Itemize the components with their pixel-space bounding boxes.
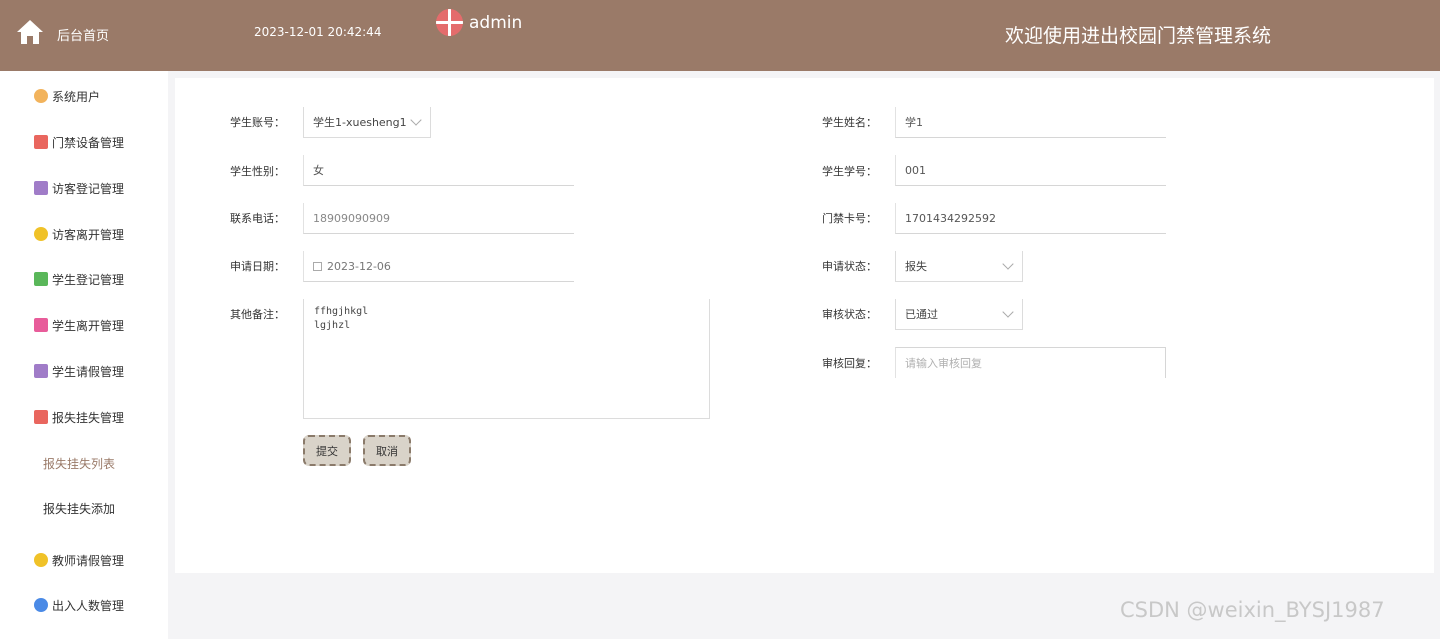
review-status-value: 已通过 — [905, 308, 938, 321]
apply-status-select[interactable]: 报失 — [895, 251, 1023, 282]
grid-icon — [34, 410, 48, 424]
box-icon — [34, 364, 48, 378]
student-gender-label: 学生性别： — [230, 165, 285, 178]
sidebar-item-access-devices[interactable]: 门禁设备管理 — [0, 122, 168, 162]
calendar-icon — [313, 261, 322, 271]
card-no-label: 门禁卡号： — [822, 212, 877, 225]
sidebar-item-label: 学生请假管理 — [52, 364, 125, 379]
student-no-field[interactable]: 001 — [895, 155, 1166, 186]
sidebar-item-visitor-register[interactable]: 访客登记管理 — [0, 168, 168, 208]
form-panel: 学生账号： 学生1-xuesheng1 学生姓名： 学1 学生性别： 女 学生学… — [175, 78, 1434, 573]
student-name-value: 学1 — [905, 116, 923, 129]
top-header: 后台首页 2023-12-01 20:42:44 admin 欢迎使用进出校园门… — [0, 0, 1440, 71]
sidebar-item-label: 门禁设备管理 — [52, 135, 125, 150]
chevron-down-icon — [1002, 258, 1014, 270]
submit-button[interactable]: 提交 — [303, 435, 351, 466]
chevron-down-icon — [1002, 306, 1014, 318]
sidebar-item-label: 报失挂失添加 — [42, 501, 115, 516]
student-no-value: 001 — [905, 163, 926, 177]
phone-label: 联系电话： — [230, 212, 285, 225]
student-account-value: 学生1-xuesheng1 — [313, 116, 407, 129]
sidebar-item-loss-report[interactable]: 报失挂失管理 — [0, 397, 168, 437]
sidebar: 系统用户 门禁设备管理 访客登记管理 访客离开管理 学生登记管理 学生离开管理 … — [0, 71, 168, 639]
student-gender-field[interactable]: 女 — [303, 155, 574, 186]
watermark: CSDN @weixin_BYSJ1987 — [1120, 598, 1385, 622]
home-icon[interactable] — [16, 18, 44, 46]
student-gender-value: 女 — [313, 164, 324, 177]
chat-icon — [34, 272, 48, 286]
review-reply-field[interactable]: 请输入审核回复 — [895, 347, 1166, 378]
phone-field[interactable]: 18909090909 — [303, 203, 574, 234]
gear-icon — [34, 89, 48, 103]
sidebar-item-label: 教师请假管理 — [52, 553, 125, 568]
sidebar-item-label: 报失挂失列表 — [42, 456, 115, 471]
apply-status-label: 申请状态： — [822, 260, 877, 273]
sidebar-item-visitor-leave[interactable]: 访客离开管理 — [0, 214, 168, 254]
review-reply-label: 审核回复： — [822, 357, 877, 370]
card-no-value: 1701434292592 — [905, 211, 996, 225]
student-name-field[interactable]: 学1 — [895, 107, 1166, 138]
sidebar-subitem-loss-list[interactable]: 报失挂失列表 — [0, 443, 168, 483]
review-status-select[interactable]: 已通过 — [895, 299, 1023, 330]
sidebar-item-label: 系统用户 — [52, 89, 101, 104]
student-no-label: 学生学号： — [822, 165, 877, 178]
student-account-select[interactable]: 学生1-xuesheng1 — [303, 107, 431, 138]
current-datetime: 2023-12-01 20:42:44 — [254, 25, 382, 39]
cancel-button[interactable]: 取消 — [363, 435, 411, 466]
sidebar-item-student-absence[interactable]: 学生请假管理 — [0, 351, 168, 391]
apply-date-value: 2023-12-06 — [327, 259, 391, 273]
sidebar-subitem-loss-add[interactable]: 报失挂失添加 — [0, 488, 168, 528]
sidebar-item-label: 学生登记管理 — [52, 272, 125, 287]
hexagon-icon — [34, 227, 48, 241]
review-reply-placeholder: 请输入审核回复 — [905, 357, 982, 370]
student-name-label: 学生姓名： — [822, 116, 877, 129]
remarks-label: 其他备注： — [230, 308, 285, 321]
card-no-field[interactable]: 1701434292592 — [895, 203, 1166, 234]
sidebar-item-label: 出入人数管理 — [52, 598, 125, 613]
sidebar-item-traffic-count[interactable]: 出入人数管理 — [0, 585, 168, 625]
box-icon — [34, 181, 48, 195]
apply-status-value: 报失 — [905, 260, 927, 273]
bag-icon — [34, 318, 48, 332]
grid-icon — [34, 135, 48, 149]
hexagon-icon — [34, 553, 48, 567]
sidebar-item-student-register[interactable]: 学生登记管理 — [0, 259, 168, 299]
phone-value: 18909090909 — [313, 211, 390, 225]
avatar[interactable] — [436, 9, 463, 36]
sidebar-item-label: 访客离开管理 — [52, 227, 125, 242]
sidebar-item-label: 学生离开管理 — [52, 318, 125, 333]
sidebar-item-student-leave[interactable]: 学生离开管理 — [0, 305, 168, 345]
system-title: 欢迎使用进出校园门禁管理系统 — [1005, 25, 1272, 47]
sidebar-item-teacher-absence[interactable]: 教师请假管理 — [0, 540, 168, 580]
star-icon — [34, 598, 48, 612]
sidebar-item-system-users[interactable]: 系统用户 — [0, 76, 168, 116]
apply-date-label: 申请日期： — [230, 260, 285, 273]
review-status-label: 审核状态： — [822, 308, 877, 321]
remarks-textarea[interactable]: ffhgjhkgl lgjhzl — [303, 299, 710, 419]
apply-date-picker[interactable]: 2023-12-06 — [303, 251, 574, 282]
sidebar-item-label: 访客登记管理 — [52, 181, 125, 196]
sidebar-item-label: 报失挂失管理 — [52, 410, 125, 425]
chevron-down-icon — [410, 114, 422, 126]
home-link[interactable]: 后台首页 — [57, 25, 109, 44]
username[interactable]: admin — [469, 13, 522, 33]
student-account-label: 学生账号： — [230, 116, 285, 129]
